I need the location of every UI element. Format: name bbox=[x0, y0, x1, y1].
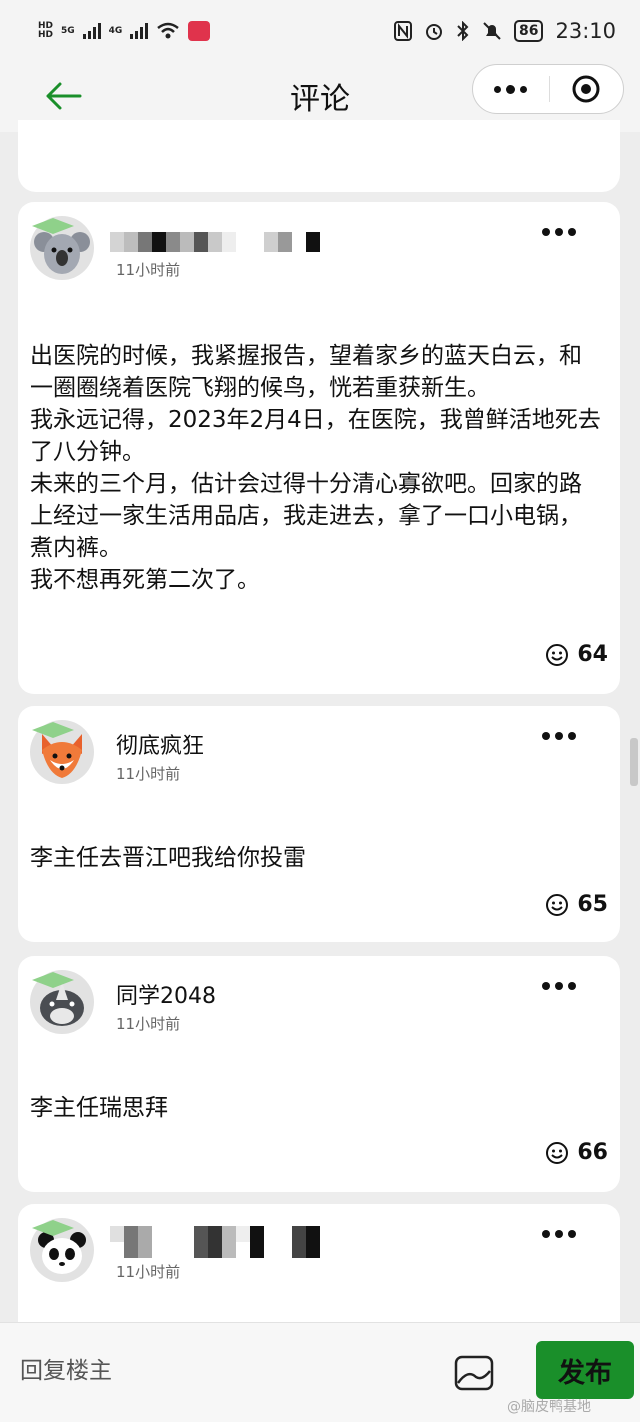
graduation-cap-icon bbox=[32, 1220, 74, 1236]
avatar[interactable] bbox=[30, 970, 94, 1034]
miniprogram-capsule bbox=[472, 64, 624, 114]
avatar[interactable] bbox=[30, 1218, 94, 1282]
comment-username[interactable]: 彻底疯狂 bbox=[116, 728, 204, 760]
publish-button[interactable]: 发布 bbox=[536, 1341, 634, 1399]
network-label-5g: 5G bbox=[61, 25, 75, 36]
status-bar: HD HD 5G 4G 86 23:10 bbox=[0, 0, 640, 62]
wifi-icon bbox=[157, 22, 180, 39]
smile-icon bbox=[546, 893, 569, 916]
comment-text: 李主任去晋江吧我给你投雷 bbox=[30, 845, 306, 871]
comment-text: 李主任瑞思拜 bbox=[30, 1095, 168, 1121]
graduation-cap-icon bbox=[32, 972, 74, 988]
arrow-left-icon[interactable] bbox=[38, 76, 88, 116]
like-count: 64 bbox=[577, 642, 608, 667]
like-button[interactable]: 64 bbox=[545, 642, 608, 667]
graduation-cap-icon bbox=[32, 722, 74, 738]
like-count: 66 bbox=[577, 1140, 608, 1165]
like-button[interactable]: 65 bbox=[545, 892, 608, 917]
comment-card: 彻底疯狂 11小时前 李主任去晋江吧我给你投雷 65 bbox=[18, 706, 620, 942]
comment-card: 同学2048 11小时前 李主任瑞思拜 66 bbox=[18, 956, 620, 1192]
signal-icon bbox=[82, 23, 101, 39]
comment-text: 出医院的时候，我紧握报告，望着家乡的蓝天白云，和一圈圈绕着医院飞翔的候鸟，恍若重… bbox=[30, 343, 601, 593]
nfc-icon bbox=[393, 21, 412, 41]
avatar[interactable] bbox=[30, 720, 94, 784]
reply-input[interactable]: 回复楼主 bbox=[20, 1351, 420, 1385]
scrollbar-thumb[interactable] bbox=[630, 738, 638, 786]
mute-icon bbox=[483, 22, 501, 40]
smile-icon bbox=[546, 643, 569, 666]
more-dots-icon[interactable] bbox=[473, 64, 549, 114]
comment-time: 11小时前 bbox=[116, 261, 181, 279]
comment-username[interactable]: 同学2048 bbox=[116, 978, 216, 1010]
more-options-icon[interactable] bbox=[542, 228, 576, 236]
like-count: 65 bbox=[577, 892, 608, 917]
image-icon[interactable] bbox=[454, 1355, 494, 1391]
clock: 23:10 bbox=[555, 19, 616, 43]
previous-card bbox=[18, 120, 620, 192]
network-label-4g: 4G bbox=[108, 25, 123, 36]
battery-indicator: 86 bbox=[513, 20, 544, 42]
like-button[interactable]: 66 bbox=[545, 1140, 608, 1165]
more-options-icon[interactable] bbox=[542, 732, 576, 740]
target-circle-icon[interactable] bbox=[550, 64, 624, 114]
comment-time: 11小时前 bbox=[116, 765, 181, 783]
alarm-icon bbox=[425, 24, 442, 40]
watermark: @脑皮鸭基地 bbox=[507, 1399, 591, 1415]
smile-icon bbox=[546, 1141, 569, 1164]
redacted-username bbox=[110, 232, 320, 252]
signal-icon bbox=[130, 23, 149, 39]
comment-card: 11小时前 出医院的时候，我紧握报告，望着家乡的蓝天白云，和一圈圈绕着医院飞翔的… bbox=[18, 202, 620, 694]
health-app-icon bbox=[188, 21, 211, 41]
redacted-username bbox=[110, 1226, 320, 1258]
avatar[interactable] bbox=[30, 216, 94, 280]
more-options-icon[interactable] bbox=[542, 1230, 576, 1238]
more-options-icon[interactable] bbox=[542, 982, 576, 990]
bluetooth-icon bbox=[457, 21, 469, 41]
network-indicator-1: HD HD bbox=[38, 21, 54, 40]
comment-time: 11小时前 bbox=[116, 1015, 181, 1033]
graduation-cap-icon bbox=[32, 218, 74, 234]
comment-time: 11小时前 bbox=[116, 1263, 181, 1281]
